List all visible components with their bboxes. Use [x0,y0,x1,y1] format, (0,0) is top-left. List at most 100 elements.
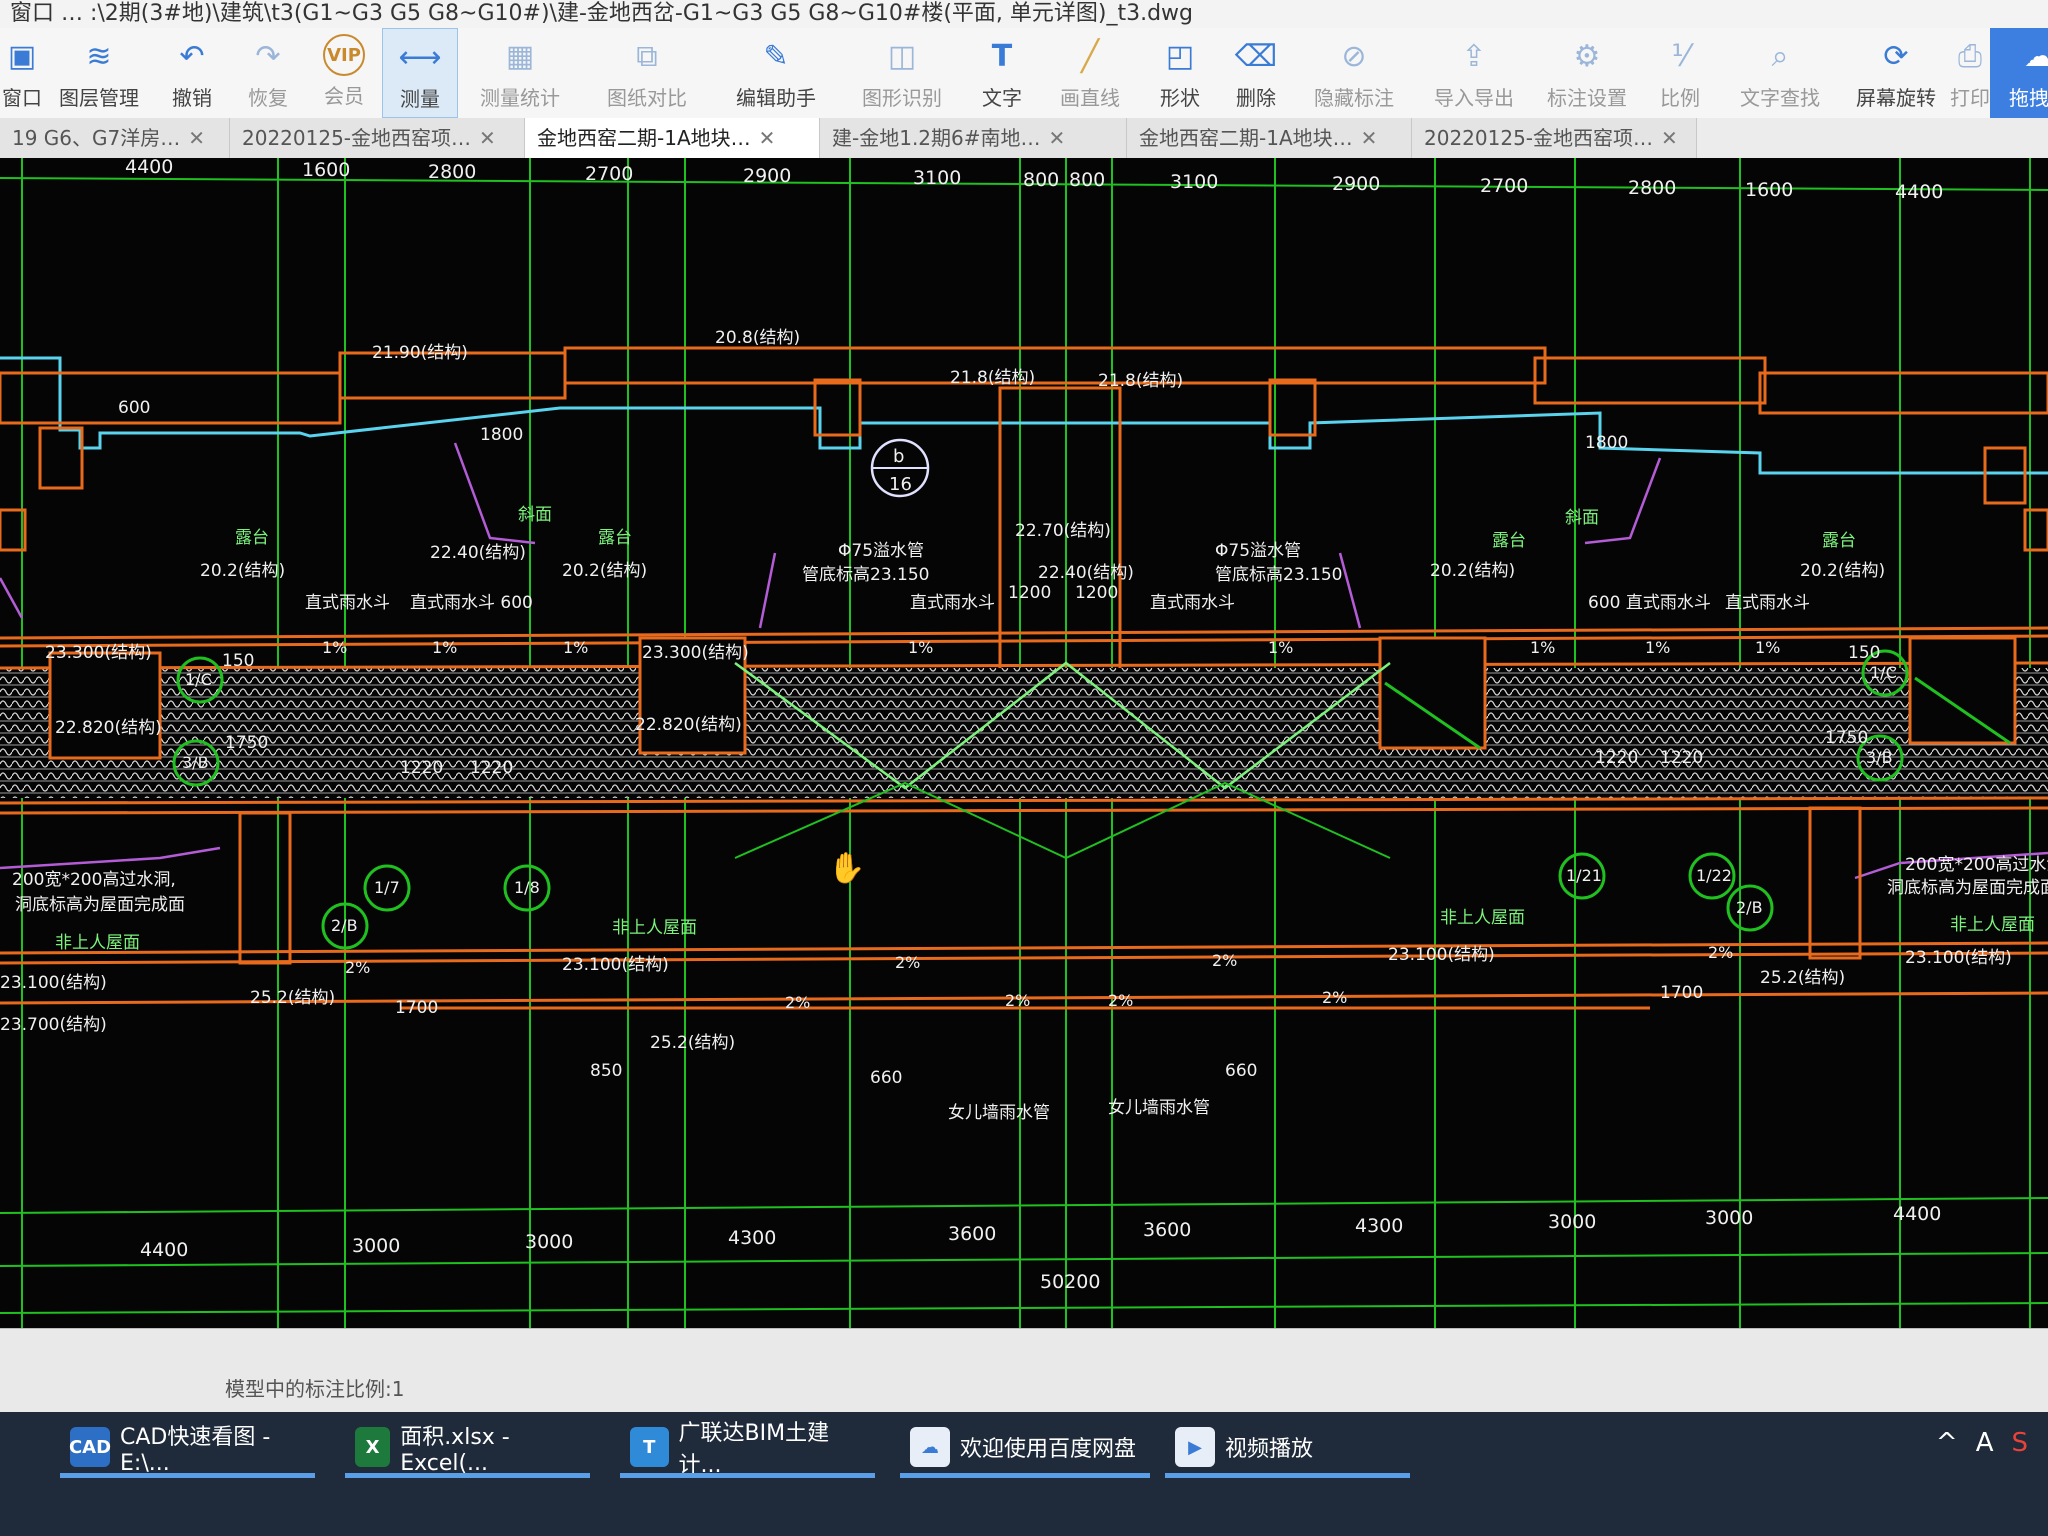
system-tray: ^ A S [1936,1428,2028,1458]
redo-icon: ↷ [255,38,281,74]
taskbar-video[interactable]: ▶ 视频播放 [1165,1422,1410,1478]
shape-icon: ◰ [1165,38,1195,74]
svg-text:斜面: 斜面 [1565,508,1599,528]
svg-text:1220: 1220 [1660,748,1703,768]
tool-layers[interactable]: ≋ 图层管理 [44,28,154,118]
tool-import-export[interactable]: ⇪ 导入导出 [1416,28,1532,118]
tool-text[interactable]: T 文字 [964,28,1040,118]
tool-annotation-settings[interactable]: ⚙ 标注设置 [1532,28,1642,118]
tool-measure-stats[interactable]: ▦ 测量统计 [458,28,582,118]
input-method-icon[interactable]: A [1976,1428,1994,1458]
svg-text:2%: 2% [1708,943,1733,962]
sogou-icon[interactable]: S [2011,1428,2028,1458]
tool-delete[interactable]: ⌫ 删除 [1220,28,1292,118]
windows-taskbar: CAD CAD快速看图 - E:\... X 面积.xlsx - Excel(.… [0,1412,2048,1536]
svg-text:4400: 4400 [1893,1203,1941,1225]
svg-text:1/21: 1/21 [1566,866,1602,885]
status-bar: 模型中的标注比例:1 [0,1328,2048,1413]
tool-rotate-screen[interactable]: ⟳ 屏幕旋转 [1842,28,1950,118]
svg-text:1800: 1800 [1585,433,1628,453]
svg-text:Φ75溢水管: Φ75溢水管 [838,541,924,561]
tool-window[interactable]: ▣ 窗口 [0,28,44,118]
close-icon[interactable]: ✕ [188,118,205,158]
svg-text:2%: 2% [1108,991,1133,1010]
drawing-canvas[interactable]: ✋ 4400 1600 2800 2700 2900 3100 800 800 3100… [0,158,2048,1328]
svg-text:3100: 3100 [913,167,961,189]
svg-text:直式雨水斗 600: 直式雨水斗 600 [410,593,533,613]
svg-text:2%: 2% [345,958,370,977]
tool-edit-assistant[interactable]: ✎ 编辑助手 [712,28,840,118]
svg-text:斜面: 斜面 [518,505,552,525]
tab-6[interactable]: 20220125-金地西窑项… ✕ [1412,118,1697,158]
rotate-screen-icon: ⟳ [1883,38,1909,74]
svg-text:3000: 3000 [352,1235,400,1257]
svg-text:2800: 2800 [428,161,476,183]
svg-text:21.8(结构): 21.8(结构) [950,368,1035,388]
tool-scale[interactable]: ⅟ 比例 [1642,28,1718,118]
close-icon[interactable]: ✕ [1049,118,1066,158]
svg-text:1%: 1% [1268,638,1293,657]
svg-text:1750: 1750 [225,733,268,753]
svg-text:22.70(结构): 22.70(结构) [1015,521,1111,541]
tool-hide-annotation[interactable]: ⊘ 隐藏标注 [1292,28,1416,118]
tray-chevron-icon[interactable]: ^ [1936,1428,1958,1458]
svg-text:1/8: 1/8 [514,878,540,897]
svg-text:25.2(结构): 25.2(结构) [1760,968,1845,988]
video-icon: ▶ [1175,1427,1215,1467]
tool-print[interactable]: ⎙ 打印 [1950,28,1990,118]
undo-icon: ↶ [179,38,205,74]
tool-undo[interactable]: ↶ 撤销 [154,28,230,118]
svg-text:4300: 4300 [728,1227,776,1249]
shape-recognition-icon: ◫ [887,38,917,74]
svg-text:25.2(结构): 25.2(结构) [250,988,335,1008]
cad-drawing: ✋ 4400 1600 2800 2700 2900 3100 800 800 3100… [0,158,2048,1328]
svg-text:3000: 3000 [525,1231,573,1253]
taskbar-excel[interactable]: X 面积.xlsx - Excel(... [345,1422,590,1478]
taskbar-baidu[interactable]: ☁ 欢迎使用百度网盘 [900,1422,1150,1478]
svg-text:200宽*200高过水洞,: 200宽*200高过水洞, [12,870,176,890]
roof-tile-hatch [0,668,2048,798]
tab-4[interactable]: 建-金地1.2期6#南地… ✕ [820,118,1127,158]
eraser-icon: ⌫ [1234,38,1278,74]
svg-text:20.2(结构): 20.2(结构) [1430,561,1515,581]
tab-2[interactable]: 20220125-金地西窑项… ✕ [230,118,525,158]
tool-text-search[interactable]: ⌕ 文字查找 [1718,28,1842,118]
tab-3[interactable]: 金地西窑二期-1A地块… ✕ [525,118,820,158]
svg-text:21.90(结构): 21.90(结构) [372,343,468,363]
svg-text:2%: 2% [785,993,810,1012]
svg-text:23.700(结构): 23.700(结构) [0,1015,107,1035]
import-export-icon: ⇪ [1461,38,1487,74]
svg-text:非上人屋面: 非上人屋面 [1950,915,2035,935]
svg-text:3000: 3000 [1705,1207,1753,1229]
svg-text:20.8(结构): 20.8(结构) [715,328,800,348]
svg-text:露台: 露台 [598,528,632,548]
svg-text:23.100(结构): 23.100(结构) [0,973,107,993]
close-icon[interactable]: ✕ [1361,118,1378,158]
tool-baidu-upload[interactable]: ☁拖拽上 [1990,28,2048,118]
svg-text:1%: 1% [1530,638,1555,657]
tab-5[interactable]: 金地西窑二期-1A地块… ✕ [1127,118,1412,158]
svg-text:b: b [893,446,904,467]
tool-vip[interactable]: VIP 会员 [306,28,382,118]
svg-text:3600: 3600 [1143,1219,1191,1241]
svg-text:直式雨水斗: 直式雨水斗 [910,593,995,613]
tool-shape-recognition[interactable]: ◫ 图形识别 [840,28,964,118]
close-icon[interactable]: ✕ [759,118,776,158]
svg-text:Φ75溢水管: Φ75溢水管 [1215,541,1301,561]
tool-line[interactable]: ╱ 画直线 [1040,28,1140,118]
taskbar-glodon[interactable]: T 广联达BIM土建计... [620,1421,875,1478]
compare-icon: ⧉ [636,38,658,74]
print-icon: ⎙ [1958,38,1982,74]
tool-redo[interactable]: ↷ 恢复 [230,28,306,118]
svg-text:1200: 1200 [1075,583,1118,603]
tool-measure[interactable]: ⟷ 测量 [382,28,458,118]
svg-text:22.40(结构): 22.40(结构) [430,543,526,563]
tool-compare[interactable]: ⧉ 图纸对比 [582,28,712,118]
svg-text:23.100(结构): 23.100(结构) [1905,948,2012,968]
close-icon[interactable]: ✕ [1661,118,1678,158]
close-icon[interactable]: ✕ [479,118,496,158]
taskbar-cad[interactable]: CAD CAD快速看图 - E:\... [60,1422,315,1478]
svg-text:150: 150 [1848,643,1880,663]
tool-shape[interactable]: ◰ 形状 [1140,28,1220,118]
tab-1[interactable]: 19 G6、G7洋房… ✕ [0,118,230,158]
